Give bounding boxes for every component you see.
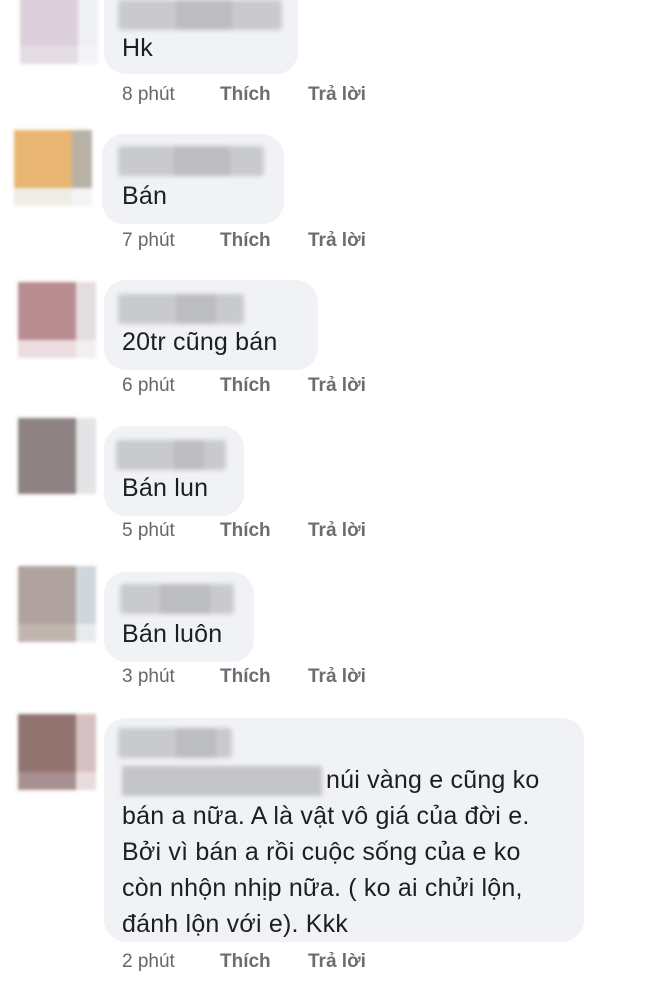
comment-time[interactable]: 2 phút (122, 951, 175, 973)
comment-text-line: còn nhộn nhịp nữa. ( ko ai chửi lộn, (122, 874, 523, 902)
avatar[interactable] (18, 714, 96, 790)
comment-bubble: Hk (104, 0, 298, 74)
comment-text-line-1: núi vàng e cũng ko (326, 766, 540, 794)
reply-button[interactable]: Trả lời (308, 230, 366, 252)
comment-text: 20tr cũng bán (122, 328, 278, 356)
comment-time[interactable]: 3 phút (122, 666, 175, 688)
comment-bubble: Bán (102, 134, 284, 224)
comment-time[interactable]: 8 phút (122, 84, 175, 106)
comment-text-line: đánh lộn với e). Kkk (122, 910, 349, 938)
author-name-redacted[interactable] (118, 294, 244, 324)
comment-text: Bán luôn (122, 620, 223, 648)
comment-bubble: núi vàng e cũng ko bán a nữa. A là vật v… (104, 718, 584, 942)
comment-text-line: núi vàng e cũng ko (122, 762, 539, 798)
author-name-redacted[interactable] (120, 584, 234, 614)
comment-text-line: bán a nữa. A là vật vô giá của đời e. (122, 802, 530, 830)
author-name-redacted[interactable] (118, 0, 282, 30)
avatar[interactable] (20, 0, 98, 64)
avatar[interactable] (18, 566, 96, 642)
reply-button[interactable]: Trả lời (308, 951, 366, 973)
comment-body: núi vàng e cũng ko bán a nữa. A là vật v… (122, 762, 539, 942)
like-button[interactable]: Thích (220, 666, 271, 688)
reply-button[interactable]: Trả lời (308, 520, 366, 542)
reply-button[interactable]: Trả lời (308, 666, 366, 688)
text-redacted (122, 766, 322, 797)
avatar[interactable] (18, 282, 96, 358)
comment-time[interactable]: 5 phút (122, 520, 175, 542)
comment-text: Bán (122, 182, 168, 210)
comment-bubble: Bán lun (104, 426, 244, 516)
author-name-redacted[interactable] (118, 146, 264, 176)
comment-time[interactable]: 6 phút (122, 375, 175, 397)
author-name-redacted[interactable] (116, 440, 226, 470)
comment-bubble: 20tr cũng bán (104, 280, 318, 370)
comment-text: Hk (122, 34, 153, 62)
like-button[interactable]: Thích (220, 951, 271, 973)
avatar[interactable] (14, 130, 92, 206)
like-button[interactable]: Thích (220, 84, 271, 106)
like-button[interactable]: Thích (220, 375, 271, 397)
comment-time[interactable]: 7 phút (122, 230, 175, 252)
comment-bubble: Bán luôn (104, 572, 254, 662)
like-button[interactable]: Thích (220, 520, 271, 542)
avatar[interactable] (18, 418, 96, 494)
author-name-redacted[interactable] (118, 728, 232, 758)
comment-text: Bán lun (122, 474, 209, 502)
like-button[interactable]: Thích (220, 230, 271, 252)
reply-button[interactable]: Trả lời (308, 375, 366, 397)
comment-text-line: Bởi vì bán a rồi cuộc sống của e ko (122, 838, 521, 866)
reply-button[interactable]: Trả lời (308, 84, 366, 106)
